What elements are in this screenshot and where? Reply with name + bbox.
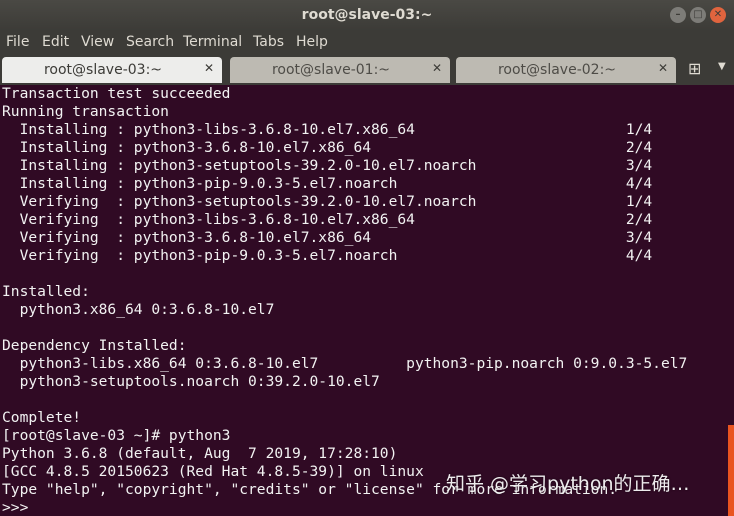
menu-search[interactable]: Search: [126, 34, 174, 50]
terminal-line: Transaction test succeeded: [2, 85, 231, 102]
menu-edit[interactable]: Edit: [42, 34, 69, 50]
chevron-down-icon[interactable]: ▼: [718, 61, 726, 72]
terminal-line: Running transaction: [2, 103, 169, 120]
terminal-line: Verifying : python3-libs-3.6.8-10.el7.x8…: [2, 211, 653, 228]
close-tab-icon[interactable]: ✕: [204, 61, 214, 75]
terminal-line: Installing : python3-setuptools-39.2.0-1…: [2, 157, 653, 174]
menu-bar: File Edit View Search Terminal Tabs Help: [0, 31, 734, 55]
close-tab-icon[interactable]: ✕: [432, 61, 442, 75]
terminal-line: [GCC 4.8.5 20150623 (Red Hat 4.8.5-39)] …: [2, 463, 424, 480]
menu-view[interactable]: View: [81, 34, 114, 50]
close-icon[interactable]: ✕: [710, 7, 726, 23]
terminal-line: Installing : python3-pip-9.0.3-5.el7.noa…: [2, 175, 653, 192]
window-controls: – □ ✕: [670, 7, 726, 23]
terminal-line: Installing : python3-3.6.8-10.el7.x86_64…: [2, 139, 653, 156]
terminal-line: Dependency Installed:: [2, 337, 187, 354]
terminal-output[interactable]: Transaction test succeeded Running trans…: [0, 85, 734, 516]
watermark: 知乎 @学习python的正确…: [446, 473, 690, 495]
maximize-icon[interactable]: □: [690, 7, 706, 23]
terminal-line: python3.x86_64 0:3.6.8-10.el7: [2, 301, 275, 318]
close-tab-icon[interactable]: ✕: [658, 61, 668, 75]
terminal-line: Verifying : python3-setuptools-39.2.0-10…: [2, 193, 653, 210]
terminal-line: >>>: [2, 499, 38, 516]
title-bar[interactable]: root@slave-03:~ – □ ✕: [0, 0, 734, 31]
tab-bar: root@slave-03:~ ✕ root@slave-01:~ ✕ root…: [0, 55, 734, 85]
tab-label: root@slave-01:~: [271, 62, 391, 78]
menu-terminal[interactable]: Terminal: [183, 34, 242, 50]
terminal-line: python3-setuptools.noarch 0:39.2.0-10.el…: [2, 373, 380, 390]
terminal-text: Transaction test succeeded Running trans…: [0, 85, 734, 516]
tab-slave-03[interactable]: root@slave-03:~ ✕: [2, 57, 222, 83]
tab-slave-01[interactable]: root@slave-01:~ ✕: [230, 57, 450, 83]
terminal-line: Python 3.6.8 (default, Aug 7 2019, 17:28…: [2, 445, 398, 462]
new-tab-icon[interactable]: ⊞: [688, 59, 701, 78]
terminal-line: Verifying : python3-pip-9.0.3-5.el7.noar…: [2, 247, 653, 264]
terminal-line: Complete!: [2, 409, 82, 426]
menu-tabs[interactable]: Tabs: [253, 34, 284, 50]
tab-slave-02[interactable]: root@slave-02:~ ✕: [456, 57, 676, 83]
tab-label: root@slave-02:~: [497, 62, 617, 78]
menu-file[interactable]: File: [6, 34, 29, 50]
scrollbar[interactable]: [728, 425, 734, 516]
terminal-line: Installing : python3-libs-3.6.8-10.el7.x…: [2, 121, 653, 138]
terminal-line: Verifying : python3-3.6.8-10.el7.x86_64 …: [2, 229, 653, 246]
terminal-line: Installed:: [2, 283, 90, 300]
menu-help[interactable]: Help: [296, 34, 328, 50]
terminal-line: [root@slave-03 ~]# python3: [2, 427, 231, 444]
minimize-icon[interactable]: –: [670, 7, 686, 23]
terminal-line: python3-libs.x86_64 0:3.6.8-10.el7 pytho…: [2, 355, 688, 372]
tab-label: root@slave-03:~: [43, 62, 163, 78]
window-title: root@slave-03:~: [301, 7, 433, 23]
